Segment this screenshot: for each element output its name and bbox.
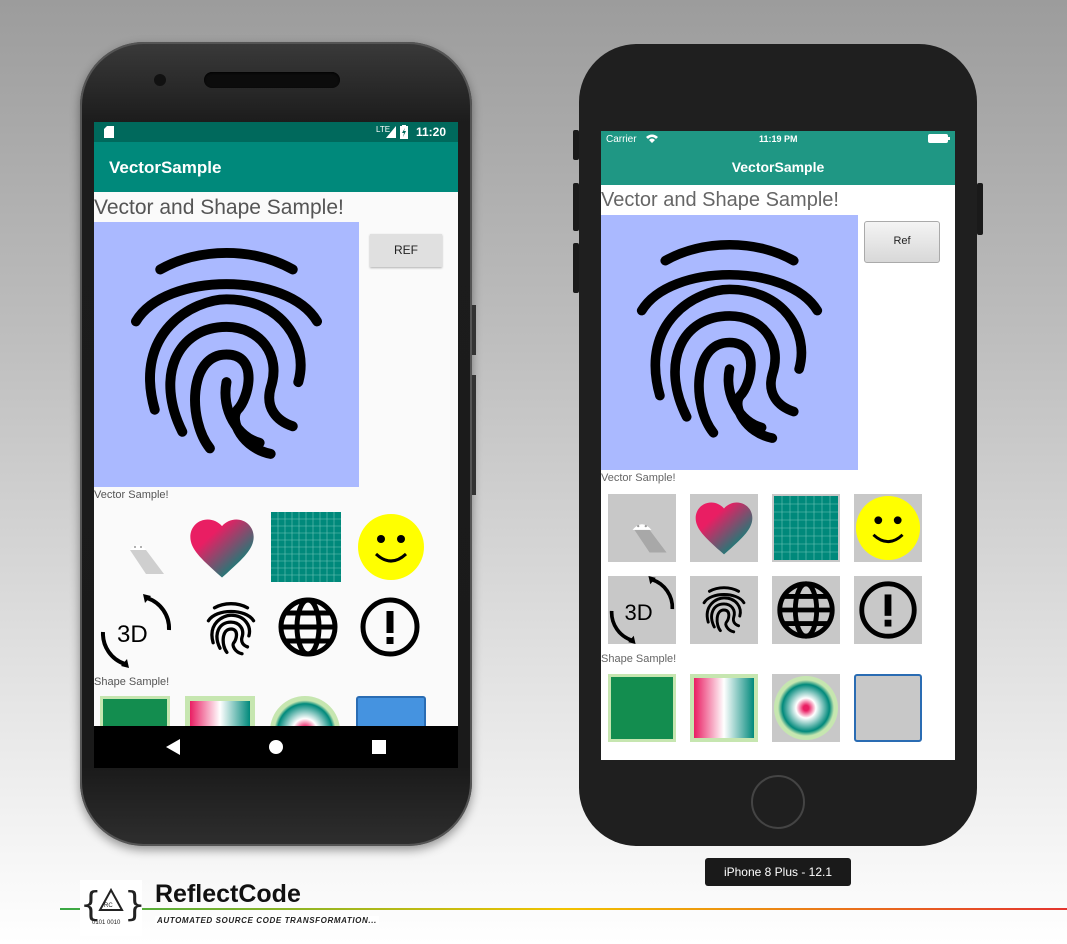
wifi-icon: [646, 134, 658, 143]
android-icon: [632, 524, 667, 553]
ios-3d-label: 3D: [625, 600, 653, 625]
ios-alert-tile: [854, 576, 922, 644]
ios-grid-tile: [772, 494, 840, 562]
alert-icon: [859, 581, 917, 639]
smiley-icon: [358, 514, 424, 580]
android-icon: [130, 545, 164, 574]
ios-fingerprint-tile: [690, 576, 758, 644]
android-status-bar: LTE 11:20: [94, 122, 458, 142]
heart-icon-cell: [184, 510, 260, 586]
iphone-screen: Carrier 11:19 PM VectorSample Vector and…: [601, 131, 955, 760]
iphone-power-button[interactable]: [977, 183, 983, 235]
fingerprint-icon: [702, 586, 746, 634]
ios-carrier: Carrier: [606, 134, 637, 145]
android-heading: Vector and Shape Sample!: [94, 196, 344, 219]
android-vector-label: Vector Sample!: [94, 489, 169, 501]
ios-smiley-tile: [854, 494, 922, 562]
smiley-icon: [855, 495, 921, 561]
fingerprint-icon: [636, 239, 823, 443]
brand-tagline: AUTOMATED SOURCE CODE TRANSFORMATION...: [155, 916, 379, 925]
smiley-icon-cell: [356, 512, 426, 582]
brand-name: ReflectCode: [155, 880, 301, 908]
home-icon[interactable]: [268, 739, 284, 755]
ios-radial-tile: [772, 674, 840, 742]
alert-icon: [360, 597, 420, 657]
logo-digits: 0101 0010: [92, 920, 121, 926]
android-speaker: [204, 72, 340, 88]
back-icon[interactable]: [166, 739, 180, 755]
iphone-volume-down[interactable]: [573, 243, 579, 293]
ios-fingerprint-panel: [601, 215, 858, 470]
ios-android-tile: [608, 494, 676, 562]
gradient-square-shape: [690, 674, 758, 742]
alert-icon-cell: [359, 596, 421, 658]
heart-icon: [190, 519, 254, 578]
ios-heading: Vector and Shape Sample!: [601, 189, 839, 211]
android-icon-cell: [102, 512, 174, 584]
ios-vector-label: Vector Sample!: [601, 472, 676, 484]
heart-icon: [695, 502, 753, 555]
svg-text:{: {: [80, 885, 102, 925]
android-3d-label: 3D: [117, 621, 148, 648]
android-app-title: VectorSample: [109, 158, 222, 177]
battery-charging-icon: [400, 125, 408, 139]
simulator-label: iPhone 8 Plus - 12.1: [705, 858, 851, 886]
ios-header: Carrier 11:19 PM VectorSample: [601, 131, 955, 185]
outlined-square-shape: [854, 674, 922, 742]
android-nav-bar: [94, 726, 458, 768]
logo-rc: RC: [104, 903, 113, 909]
ios-shape-label: Shape Sample!: [601, 653, 677, 665]
ios-app-title: VectorSample: [731, 159, 825, 175]
recents-icon[interactable]: [372, 740, 386, 754]
reflectcode-logo: { } RC 0101 0010: [80, 880, 146, 936]
grid-icon: [774, 496, 838, 560]
iphone-volume-up[interactable]: [573, 183, 579, 231]
android-screen: LTE 11:20 VectorSample Vector and Shape …: [94, 122, 458, 768]
grid-icon: [271, 512, 341, 582]
fingerprint-small-cell: [198, 596, 264, 662]
green-square-shape: [608, 674, 676, 742]
rotate-3d-icon: 3D: [100, 594, 172, 668]
ios-status-time: 11:19 PM: [759, 134, 798, 144]
rotate-3d-icon-cell: 3D: [99, 594, 173, 668]
android-ref-button[interactable]: REF: [370, 234, 442, 267]
ios-3d-tile: 3D: [608, 576, 676, 644]
signal-icon: [386, 126, 396, 138]
android-volume-button[interactable]: [472, 375, 476, 495]
svg-text:}: }: [124, 885, 142, 925]
android-camera: [154, 74, 166, 86]
fingerprint-icon: [206, 602, 256, 656]
android-app-bar: VectorSample: [94, 142, 458, 192]
sim-card-icon: [104, 126, 114, 138]
rotate-3d-icon: 3D: [609, 576, 675, 644]
ios-heart-tile: [690, 494, 758, 562]
globe-icon: [777, 581, 835, 639]
grid-icon-cell: [271, 512, 341, 582]
iphone-mute-switch[interactable]: [573, 130, 579, 160]
battery-icon: [928, 134, 950, 143]
iphone-home-button[interactable]: [751, 775, 805, 829]
globe-icon-cell: [277, 596, 339, 658]
android-status-time: 11:20: [416, 125, 447, 139]
radial-circle-shape: [774, 676, 838, 740]
android-shape-label: Shape Sample!: [94, 676, 170, 688]
android-power-button[interactable]: [472, 305, 476, 355]
fingerprint-icon: [130, 248, 323, 459]
android-fingerprint-panel: [94, 222, 359, 487]
ios-ref-button[interactable]: Ref: [864, 221, 940, 263]
ios-globe-tile: [772, 576, 840, 644]
globe-icon: [278, 597, 338, 657]
